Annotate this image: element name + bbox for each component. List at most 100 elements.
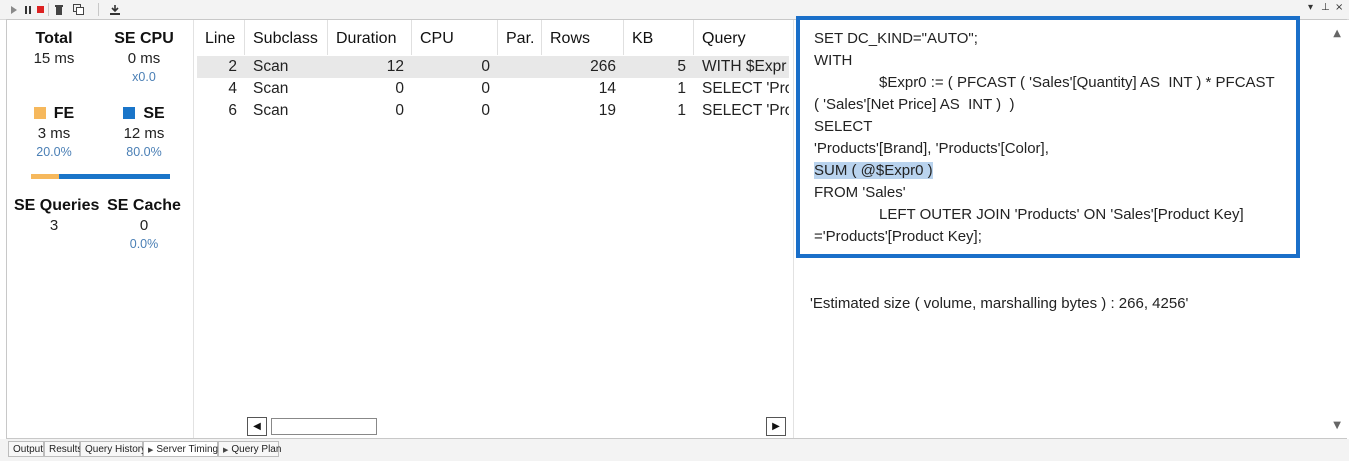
table-row[interactable]: 4 Scan 0 0 14 1 SELECT 'Pro — [197, 78, 789, 100]
pin-icon[interactable]: ⊥ — [1321, 2, 1330, 13]
cell-kb: 1 — [677, 102, 686, 119]
cell-subclass: Scan — [253, 58, 289, 75]
cell-cpu: 0 — [481, 80, 490, 97]
column-header-subclass[interactable]: Subclass — [245, 20, 328, 55]
query-line: SET DC_KIND="AUTO"; — [814, 30, 978, 47]
cell-kb: 1 — [677, 80, 686, 97]
cell-query: SELECT 'Pro — [702, 80, 789, 97]
tab-arrow-icon: ▶ — [148, 447, 154, 454]
column-header-line[interactable]: Line — [197, 20, 245, 55]
cell-cpu: 0 — [481, 102, 490, 119]
scroll-up-icon[interactable]: ▲ — [1333, 28, 1341, 39]
tab-query-history[interactable]: Query History — [80, 441, 147, 457]
fe-se-ratio-bar — [31, 174, 170, 179]
export-icon[interactable] — [109, 3, 121, 16]
scrollbar-thumb[interactable] — [271, 418, 377, 435]
cell-par — [498, 56, 542, 78]
dax-studio-window: ▾ ⊥ × Total 15 ms SE CPU 0 ms x0.0 FE 3 … — [0, 0, 1349, 461]
cell-par — [498, 100, 542, 122]
se-cache-label: SE Cache — [107, 197, 181, 214]
selected-text[interactable]: SUM ( @$Expr0 ) — [814, 162, 933, 179]
fe-percent: 20.0% — [36, 145, 72, 159]
cell-kb: 5 — [677, 58, 686, 75]
cell-rows: 266 — [590, 58, 616, 75]
column-header-cpu[interactable]: CPU — [412, 20, 498, 55]
pause-icon[interactable] — [24, 3, 32, 16]
stop-icon[interactable] — [36, 3, 44, 16]
query-line: FROM 'Sales' — [814, 184, 906, 201]
query-text-panel: SET DC_KIND="AUTO"; WITH $Expr0 := ( PFC… — [793, 16, 1347, 438]
cell-query: SELECT 'Pro — [702, 102, 789, 119]
cell-line: 6 — [228, 102, 237, 119]
tab-arrow-icon: ▶ — [223, 447, 229, 454]
total-value: 15 ms — [33, 50, 75, 67]
se-cache-stat: SE Cache 0 0.0% — [104, 197, 184, 251]
query-line: ='Products'[Product Key]; — [814, 228, 982, 245]
fe-value: 3 ms — [37, 125, 71, 142]
se-queries-stat: SE Queries 3 — [14, 197, 100, 234]
table-row[interactable]: 2 Scan 12 0 266 5 WITH $Expr — [197, 56, 789, 78]
bottom-tab-strip: Output Results Query History ▶ Server Timing… — [0, 439, 1349, 461]
estimated-size-text: 'Estimated size ( volume, marshalling by… — [810, 295, 1189, 312]
se-cpu-value: 0 ms — [127, 50, 161, 67]
server-timings-pane: Total 15 ms SE CPU 0 ms x0.0 FE 3 ms 20.… — [6, 16, 1347, 439]
scroll-left-icon[interactable]: ◀ — [247, 417, 267, 436]
dropdown-icon[interactable]: ▾ — [1308, 2, 1313, 13]
query-line: $Expr0 := ( PFCAST ( 'Sales'[Quantity] A… — [879, 74, 1275, 91]
tab-label: Output — [13, 444, 44, 455]
column-header-query[interactable]: Query — [694, 20, 789, 55]
cell-subclass: Scan — [253, 102, 289, 119]
se-stat: SE 12 ms 80.0% — [104, 105, 184, 159]
column-header-kb[interactable]: KB — [624, 20, 694, 55]
column-header-par[interactable]: Par. — [498, 20, 542, 55]
se-cache-value: 0 — [139, 217, 149, 234]
se-percent: 80.0% — [126, 145, 162, 159]
se-queries-label: SE Queries — [14, 197, 100, 214]
tab-query-plan[interactable]: ▶ Query Plan — [218, 441, 282, 457]
fe-label: FE — [53, 105, 75, 122]
cell-duration: 0 — [395, 102, 404, 119]
tab-label: Server Timings — [156, 444, 224, 455]
close-icon[interactable]: × — [1335, 2, 1343, 13]
tab-results[interactable]: Results — [44, 441, 83, 457]
scroll-right-icon[interactable]: ▶ — [766, 417, 786, 436]
tab-output[interactable]: Output — [8, 441, 44, 457]
cell-query: WITH $Expr — [702, 58, 787, 75]
query-line: 'Products'[Brand], 'Products'[Color], — [814, 140, 1049, 157]
column-header-duration[interactable]: Duration — [328, 20, 412, 55]
scroll-down-icon[interactable]: ▼ — [1333, 420, 1341, 431]
clear-icon[interactable] — [54, 3, 64, 16]
se-cpu-stat: SE CPU 0 ms x0.0 — [104, 30, 184, 84]
tab-server-timings[interactable]: ▶ Server Timings — [143, 441, 223, 457]
tab-label: Query History — [85, 444, 147, 455]
query-line-selected: SUM ( @$Expr0 ) — [814, 162, 933, 179]
se-legend-square — [123, 107, 136, 119]
grid-horizontal-scrollbar[interactable]: ◀ ▶ — [247, 417, 787, 437]
se-label: SE — [143, 105, 165, 122]
table-row[interactable]: 6 Scan 0 0 19 1 SELECT 'Pro — [197, 100, 789, 122]
se-cpu-label: SE CPU — [114, 30, 174, 47]
tab-label: Results — [49, 444, 83, 455]
total-label: Total — [35, 30, 73, 47]
timings-summary: Total 15 ms SE CPU 0 ms x0.0 FE 3 ms 20.… — [7, 20, 194, 438]
fe-stat: FE 3 ms 20.0% — [14, 105, 94, 159]
grid-header: Line Subclass Duration CPU Par. Rows KB … — [197, 20, 789, 55]
play-icon[interactable] — [10, 3, 18, 16]
cell-duration: 12 — [386, 58, 404, 75]
cell-rows: 14 — [598, 80, 616, 97]
cell-subclass: Scan — [253, 80, 289, 97]
se-value: 12 ms — [123, 125, 165, 142]
query-line: ( 'Sales'[Net Price] AS INT ) ) — [814, 96, 1015, 113]
query-line: WITH — [814, 52, 853, 69]
copy-icon[interactable] — [72, 3, 84, 16]
tab-label: Query Plan — [231, 444, 282, 455]
se-events-grid: Line Subclass Duration CPU Par. Rows KB … — [197, 20, 789, 438]
se-queries-value: 3 — [49, 217, 59, 234]
fe-ratio-fill — [31, 174, 59, 179]
fe-legend-square — [33, 107, 46, 119]
column-header-rows[interactable]: Rows — [542, 20, 624, 55]
cell-cpu: 0 — [481, 58, 490, 75]
cell-duration: 0 — [395, 80, 404, 97]
se-cache-percent: 0.0% — [129, 237, 159, 251]
query-highlight-box: SET DC_KIND="AUTO"; WITH $Expr0 := ( PFC… — [796, 16, 1300, 258]
